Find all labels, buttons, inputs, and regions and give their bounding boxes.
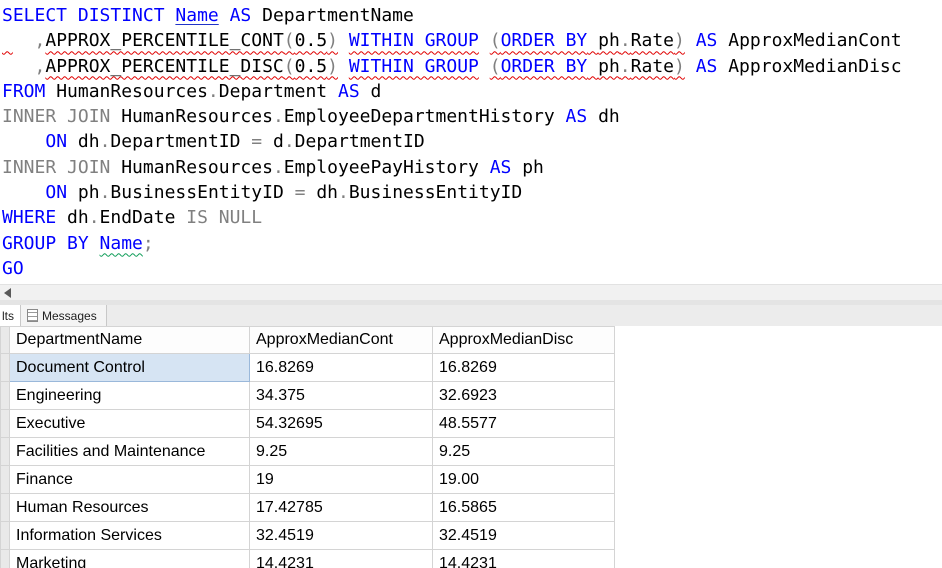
cell[interactable]: Finance [9,465,250,494]
row-selector[interactable] [0,409,10,438]
results-grid: DepartmentName ApproxMedianCont ApproxMedi… [0,326,942,568]
row-selector[interactable] [0,465,10,494]
cell[interactable]: 32.6923 [432,381,615,410]
cell[interactable]: 32.4519 [432,521,615,550]
code-line: INNER JOIN HumanResources.EmployeeDepart… [2,106,620,128]
tab-messages[interactable]: Messages [21,305,107,326]
cell[interactable]: Engineering [9,381,250,410]
code-line: INNER JOIN HumanResources.EmployeePayHis… [2,156,544,178]
cell[interactable]: 16.8269 [432,353,615,382]
cell[interactable]: Facilities and Maintenance [9,437,250,466]
cell[interactable]: 19.00 [432,465,615,494]
cell[interactable]: 54.32695 [249,409,433,438]
cell[interactable]: Marketing [9,549,250,568]
table-row[interactable]: Engineering 34.375 32.6923 [0,381,615,410]
column-header[interactable]: ApproxMedianDisc [432,326,615,354]
cell[interactable]: 14.4231 [249,549,433,568]
code-line: ON ph.BusinessEntityID = dh.BusinessEnti… [45,182,523,204]
table-row[interactable]: Document Control 16.8269 16.8269 [0,353,615,382]
tab-results-partial[interactable]: lts [0,305,21,326]
tab-results-label: lts [2,308,14,323]
cell[interactable]: 16.5865 [432,493,615,522]
code-line: ,APPROX_PERCENTILE_CONT(0.5) WITHIN GROU… [34,30,902,52]
messages-icon [27,309,38,322]
cell[interactable]: 19 [249,465,433,494]
cell[interactable]: 16.8269 [249,353,433,382]
cell[interactable]: Information Services [9,521,250,550]
table-row[interactable]: Human Resources 17.42785 16.5865 [0,493,615,522]
results-table: DepartmentName ApproxMedianCont ApproxMedi… [0,326,615,568]
code-line: ON dh.DepartmentID = d.DepartmentID [45,131,425,153]
table-row[interactable]: Facilities and Maintenance 9.25 9.25 [0,437,615,466]
tab-messages-label: Messages [42,308,97,323]
cell[interactable]: 32.4519 [249,521,433,550]
cell[interactable]: 17.42785 [249,493,433,522]
cell[interactable]: 9.25 [249,437,433,466]
cell[interactable]: 9.25 [432,437,615,466]
table-row[interactable]: Marketing 14.4231 14.4231 [0,549,615,568]
cell[interactable]: Executive [9,409,250,438]
code-line: FROM HumanResources.Department AS d [2,80,382,102]
column-header[interactable]: DepartmentName [9,326,250,354]
cell[interactable]: 48.5577 [432,409,615,438]
cell[interactable]: 14.4231 [432,549,615,568]
row-selector[interactable] [0,381,10,410]
code-line: SELECT DISTINCT Name AS DepartmentName [2,5,414,26]
code-line: GO [2,257,24,279]
row-selector[interactable] [0,521,10,550]
row-selector[interactable] [0,353,10,382]
ssms-window: SELECT DISTINCT Name AS DepartmentName ,… [0,0,942,568]
editor-horizontal-scrollbar[interactable] [0,284,942,300]
code-line: ,APPROX_PERCENTILE_DISC(0.5) WITHIN GROU… [34,55,902,77]
table-row[interactable]: Finance 19 19.00 [0,465,615,494]
row-selector[interactable] [0,549,10,568]
scroll-left-arrow-icon[interactable] [4,288,11,298]
row-selector[interactable] [0,493,10,522]
column-header[interactable]: ApproxMedianCont [249,326,433,354]
results-tabstrip: lts Messages [0,305,942,326]
sql-editor[interactable]: SELECT DISTINCT Name AS DepartmentName ,… [0,0,942,284]
code-line: GROUP BY Name; [2,232,154,254]
row-selector[interactable] [0,437,10,466]
cell[interactable]: 34.375 [249,381,433,410]
row-selector-header[interactable] [0,326,10,354]
cell[interactable]: Human Resources [9,493,250,522]
table-row[interactable]: Information Services 32.4519 32.4519 [0,521,615,550]
cell[interactable]: Document Control [9,353,250,382]
code-line: WHERE dh.EndDate IS NULL [2,207,263,229]
table-row[interactable]: Executive 54.32695 48.5577 [0,409,615,438]
